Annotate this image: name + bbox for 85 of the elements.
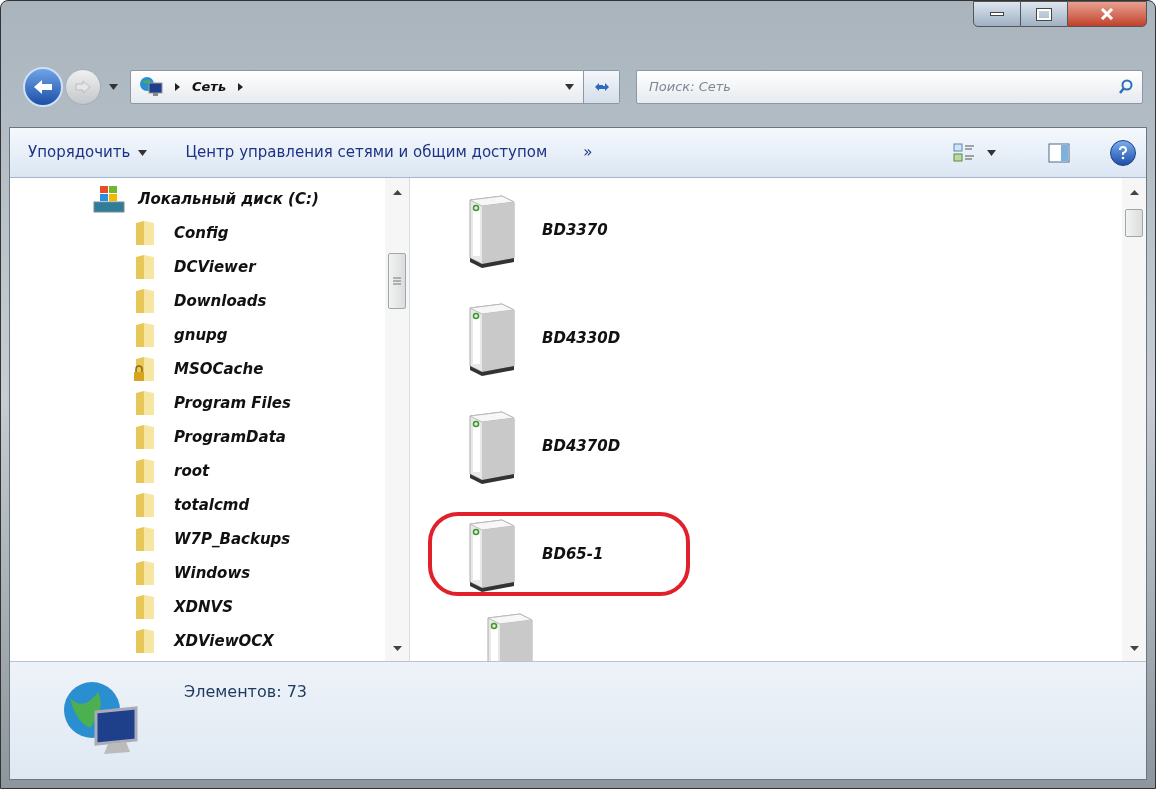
refresh-button[interactable]	[583, 71, 619, 103]
tree-item[interactable]: root	[92, 454, 385, 488]
scrollbar[interactable]	[385, 178, 409, 661]
tree-item[interactable]: Windows	[92, 556, 385, 590]
scrollbar[interactable]	[1122, 178, 1146, 661]
scroll-up-icon	[1129, 190, 1139, 195]
folder-name: gnupg	[174, 324, 228, 346]
folder-icon	[134, 526, 156, 552]
device-item[interactable]: BD4330D	[428, 296, 690, 380]
tree-item-label: Локальный диск (C:)	[138, 188, 319, 210]
folder-name: totalcmd	[174, 494, 250, 516]
device-item[interactable]: BD4370D	[428, 404, 690, 488]
folder-icon	[134, 424, 156, 450]
folder-icon	[134, 220, 156, 246]
folder-icon	[134, 492, 156, 518]
tree-item[interactable]: Downloads	[92, 284, 385, 318]
device-name[interactable]: BD3370	[542, 218, 608, 242]
minimize-button[interactable]	[973, 1, 1021, 27]
locked-folder-icon	[134, 356, 156, 382]
network-center-button[interactable]: Центр управления сетями и общим доступом	[177, 135, 556, 170]
folder-name: DCViewer	[174, 256, 256, 278]
forward-arrow-icon	[74, 80, 92, 94]
folder-icon	[134, 560, 156, 586]
back-arrow-icon	[32, 78, 54, 96]
folder-name: MSOCache	[174, 358, 264, 380]
folder-name: root	[174, 460, 210, 482]
tree-item[interactable]: Локальный диск (C:)	[92, 182, 385, 216]
organize-button[interactable]: Упорядочить	[16, 135, 160, 170]
folder-name: Program Files	[174, 392, 291, 414]
tree-item[interactable]: MSOCache	[92, 352, 385, 386]
back-button[interactable]	[23, 67, 63, 107]
device-item[interactable]: BD3370	[428, 188, 690, 272]
details-view-icon	[953, 142, 975, 163]
device-name[interactable]: BD4370D	[542, 434, 621, 458]
tree-item[interactable]: ProgramData	[92, 420, 385, 454]
tree-item[interactable]: Config	[92, 216, 385, 250]
breadcrumb-separator-icon	[238, 83, 244, 91]
device-name[interactable]: BD65-1	[542, 542, 604, 566]
scroll-thumb[interactable]	[1125, 209, 1143, 237]
scroll-down-icon	[392, 646, 402, 651]
item-count: Элементов: 73	[184, 681, 307, 703]
folder-name: Config	[174, 222, 229, 244]
caret-icon	[987, 149, 996, 156]
tree-item[interactable]: XDViewOCX	[92, 624, 385, 658]
folder-icon	[134, 322, 156, 348]
folder-icon	[134, 458, 156, 484]
folder-name: XDNVS	[174, 596, 233, 618]
breadcrumb-item[interactable]: Сеть	[192, 77, 227, 97]
breadcrumb-separator-icon	[175, 83, 180, 91]
tree-item[interactable]: XDNVS	[92, 590, 385, 624]
caret-icon	[564, 84, 574, 90]
close-icon	[1100, 8, 1114, 20]
tree-item[interactable]: W7P_Backups	[92, 522, 385, 556]
grip-icon	[393, 276, 401, 286]
tree-item[interactable]: totalcmd	[92, 488, 385, 522]
caret-icon	[138, 149, 148, 156]
close-button[interactable]	[1067, 1, 1147, 27]
folder-name: Downloads	[174, 290, 267, 312]
search-field[interactable]: Поиск: Сеть	[636, 70, 1143, 104]
folder-name: W7P_Backups	[174, 528, 291, 550]
tree-item[interactable]: DCViewer	[92, 250, 385, 284]
folder-icon	[134, 288, 156, 314]
preview-pane-icon	[1048, 142, 1070, 163]
folder-icon	[134, 628, 156, 654]
more-commands-button[interactable]: »	[575, 135, 601, 170]
folder-name: Windows	[174, 562, 251, 584]
folder-icon	[134, 390, 156, 416]
search-icon	[1118, 79, 1134, 95]
address-bar[interactable]: Сеть	[130, 70, 620, 104]
folder-icon	[134, 594, 156, 620]
history-caret-icon	[109, 84, 118, 90]
help-button[interactable]	[1110, 139, 1136, 166]
network-icon	[139, 76, 163, 98]
tree-item[interactable]: Program Files	[92, 386, 385, 420]
folder-name: XDViewOCX	[174, 630, 274, 652]
search-input[interactable]: Поиск: Сеть	[649, 77, 1118, 97]
device-name[interactable]: BD4330D	[542, 326, 621, 350]
tree-item[interactable]: gnupg	[92, 318, 385, 352]
scroll-thumb[interactable]	[388, 253, 406, 309]
maximize-button[interactable]	[1021, 1, 1067, 27]
folder-name: ProgramData	[174, 426, 286, 448]
scroll-up-icon	[392, 190, 402, 195]
folder-icon	[134, 254, 156, 280]
scroll-down-icon	[1129, 646, 1139, 651]
help-question-icon	[1118, 145, 1128, 160]
